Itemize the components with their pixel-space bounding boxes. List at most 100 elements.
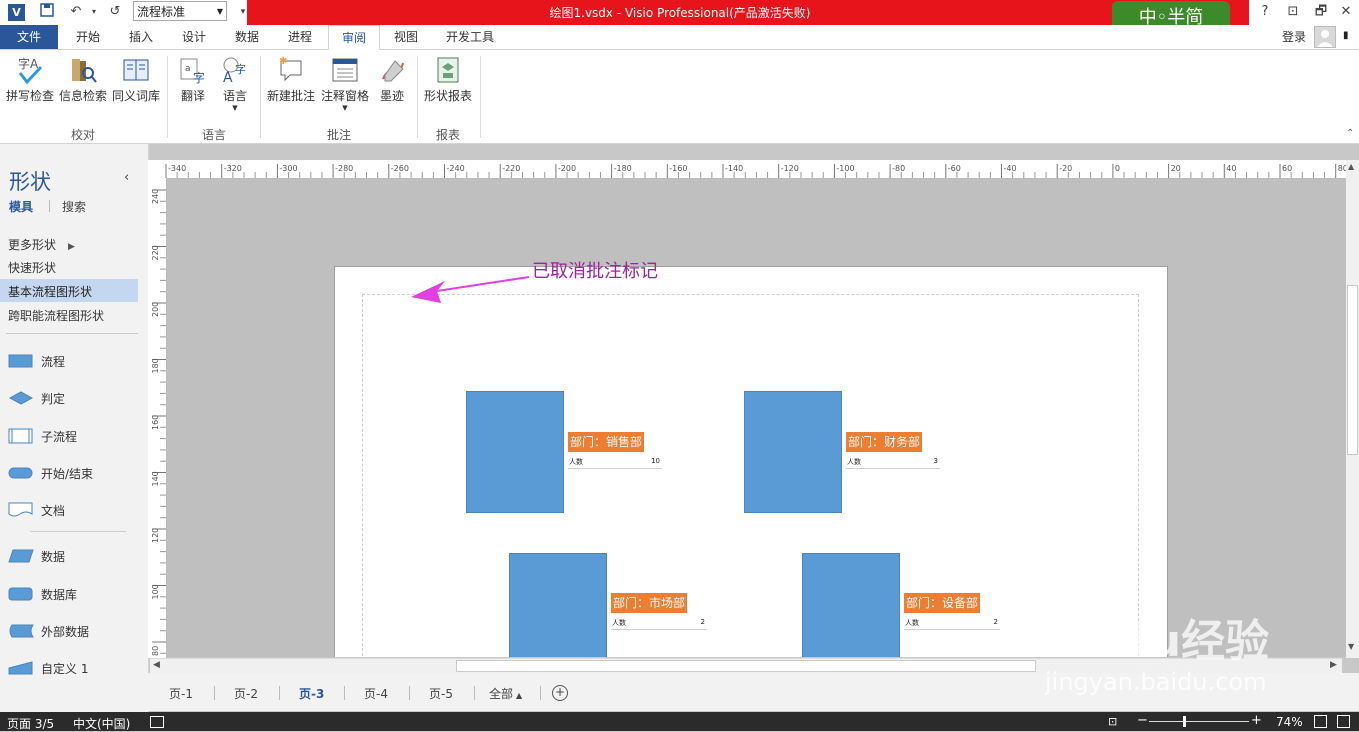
zoom-slider-thumb[interactable] bbox=[1183, 716, 1186, 727]
tab-view[interactable]: 视图 bbox=[381, 25, 431, 49]
tab-review[interactable]: 审阅 bbox=[328, 25, 380, 50]
ink-button[interactable]: 墨迹 bbox=[372, 53, 412, 113]
department-shape[interactable] bbox=[802, 553, 900, 657]
thesaurus-button[interactable]: 同义词库 bbox=[110, 53, 162, 113]
department-shape[interactable] bbox=[509, 553, 607, 657]
zoom-in-icon[interactable]: + bbox=[1251, 713, 1262, 728]
spell-check-button[interactable]: 字A 拼写检查 bbox=[4, 53, 56, 113]
stencil-start-end[interactable]: 开始/结束 bbox=[8, 462, 138, 484]
department-shape[interactable] bbox=[744, 391, 842, 513]
save-icon[interactable] bbox=[37, 3, 57, 21]
page-number-status[interactable]: 页面 3/5 bbox=[7, 715, 54, 732]
count-label: 人数 bbox=[612, 619, 626, 627]
tab-insert[interactable]: 插入 bbox=[115, 25, 167, 49]
style-combo-value: 流程标准 bbox=[137, 5, 186, 19]
more-shapes-item[interactable]: 更多形状 ▶ bbox=[8, 236, 75, 253]
department-count-row: 人数 3 bbox=[846, 456, 940, 469]
department-label[interactable]: 部门：销售部 bbox=[568, 432, 645, 452]
stencil-data[interactable]: 数据 bbox=[8, 545, 138, 567]
tab-file[interactable]: 文件 bbox=[0, 25, 58, 49]
shape-reports-button[interactable]: 形状报表 bbox=[420, 53, 476, 113]
basic-flowchart-item[interactable]: 基本流程图形状 bbox=[8, 283, 92, 300]
horizontal-scroll-thumb[interactable] bbox=[456, 660, 1036, 672]
stencil-label: 文档 bbox=[41, 504, 66, 518]
translate-button[interactable]: a字 翻译 bbox=[172, 53, 214, 113]
page-tab[interactable]: 页-4 bbox=[364, 685, 388, 702]
quick-shapes-item[interactable]: 快速形状 bbox=[8, 259, 56, 276]
stencil-subprocess[interactable]: 子流程 bbox=[8, 425, 138, 447]
comments-pane-button[interactable]: 注释窗格 ▼ bbox=[318, 53, 372, 113]
page-tab[interactable]: 页-2 bbox=[234, 685, 258, 702]
help-button[interactable]: ? bbox=[1252, 3, 1278, 21]
zoom-out-icon[interactable]: − bbox=[1137, 713, 1148, 728]
scroll-right-icon[interactable]: ▶ bbox=[1330, 660, 1337, 670]
tab-stencils[interactable]: 模具 bbox=[9, 198, 33, 215]
tab-process[interactable]: 进程 bbox=[274, 25, 326, 49]
scroll-down-icon[interactable]: ▼ bbox=[1348, 642, 1354, 651]
zoom-level[interactable]: 74% bbox=[1276, 715, 1303, 729]
tab-data[interactable]: 数据 bbox=[221, 25, 273, 49]
stencil-label: 数据库 bbox=[41, 588, 78, 602]
macro-record-icon[interactable] bbox=[150, 716, 164, 728]
restore-button[interactable]: 🗗 bbox=[1308, 3, 1334, 21]
presentation-mode-icon[interactable]: ⊡ bbox=[1108, 715, 1117, 728]
all-pages-button[interactable]: 全部 ▲ bbox=[489, 685, 522, 702]
collapse-pane-icon[interactable]: ‹ bbox=[124, 170, 129, 185]
scroll-left-icon[interactable]: ◀ bbox=[153, 660, 160, 670]
close-button[interactable]: ✕ bbox=[1333, 3, 1359, 21]
zoom-slider[interactable] bbox=[1149, 721, 1249, 722]
collapse-ribbon-icon[interactable]: ⌃ bbox=[1346, 128, 1354, 139]
tab-developer[interactable]: 开发工具 bbox=[434, 25, 506, 49]
scroll-up-icon[interactable]: ▲ bbox=[1348, 162, 1354, 171]
department-label[interactable]: 部门：市场部 bbox=[611, 593, 688, 613]
stencil-external-data[interactable]: 外部数据 bbox=[8, 620, 138, 642]
page-tab[interactable]: 页-5 bbox=[429, 685, 453, 702]
cross-functional-item[interactable]: 跨职能流程图形状 bbox=[8, 307, 104, 324]
page-tab-active[interactable]: 页-3 bbox=[299, 685, 324, 702]
vertical-ruler-ticks: 240 220 200 180 160 140 120 100 80 bbox=[151, 189, 166, 688]
page-tab[interactable]: 页-1 bbox=[169, 685, 193, 702]
chevron-down-icon: ▼ bbox=[232, 104, 238, 112]
undo-dropdown-icon[interactable]: ▾ bbox=[84, 3, 104, 21]
language-button[interactable]: A字 语言 ▼ bbox=[214, 53, 256, 113]
pane-divider bbox=[30, 531, 126, 532]
language-status[interactable]: 中文(中国) bbox=[73, 715, 130, 732]
tab-design[interactable]: 设计 bbox=[168, 25, 220, 49]
stencil-custom-1[interactable]: 自定义 1 bbox=[8, 657, 138, 679]
login-link[interactable]: 登录 bbox=[1276, 25, 1312, 49]
ruler-tick-label: 180 bbox=[151, 358, 160, 373]
scroll-icon[interactable]: ▮ bbox=[1343, 30, 1355, 44]
translate-label: 翻译 bbox=[180, 89, 205, 103]
count-value: 2 bbox=[993, 618, 998, 626]
tab-search[interactable]: 搜索 bbox=[62, 198, 86, 215]
ruler-tick-label: -240 bbox=[447, 164, 465, 173]
redo-icon[interactable]: ↺ bbox=[105, 3, 125, 21]
research-button[interactable]: 信息检索 bbox=[57, 53, 109, 113]
add-page-icon[interactable]: + bbox=[552, 685, 568, 701]
decision-shape-icon bbox=[8, 390, 34, 409]
tab-home[interactable]: 开始 bbox=[62, 25, 114, 49]
stencil-process[interactable]: 流程 bbox=[8, 350, 138, 372]
department-label[interactable]: 部门：财务部 bbox=[846, 432, 923, 452]
ruler-tick-label: 60 bbox=[1282, 164, 1292, 173]
stencil-document[interactable]: 文档 bbox=[8, 499, 138, 521]
department-shape[interactable] bbox=[466, 391, 564, 513]
vertical-scrollbar[interactable]: ▲ ▼ bbox=[1346, 160, 1359, 658]
department-label[interactable]: 部门：设备部 bbox=[904, 593, 981, 613]
undo-icon[interactable]: ↶ bbox=[66, 3, 86, 21]
stencil-database[interactable]: 数据库 bbox=[8, 583, 138, 605]
new-comment-button[interactable]: ✱ 新建批注 bbox=[264, 53, 318, 113]
drawing-canvas[interactable]: 已取消批注标记 部门：销售部 人数 10 部门：财务部 人数 3 部门：市场部 … bbox=[167, 179, 1346, 657]
stencil-decision[interactable]: 判定 bbox=[8, 387, 138, 409]
avatar[interactable] bbox=[1314, 26, 1336, 48]
group-divider bbox=[167, 56, 168, 138]
switch-windows-icon[interactable] bbox=[1337, 715, 1350, 728]
ruler-tick-label: -300 bbox=[279, 164, 297, 173]
vertical-scroll-thumb[interactable] bbox=[1347, 285, 1358, 455]
annotation-arrow-icon bbox=[407, 267, 532, 310]
fit-page-icon[interactable] bbox=[1314, 715, 1327, 728]
count-value: 2 bbox=[700, 618, 705, 626]
ribbon-display-button[interactable]: ⊡ bbox=[1280, 3, 1306, 21]
database-shape-icon bbox=[8, 586, 34, 605]
style-combo[interactable]: 流程标准 ▼ bbox=[133, 1, 227, 21]
